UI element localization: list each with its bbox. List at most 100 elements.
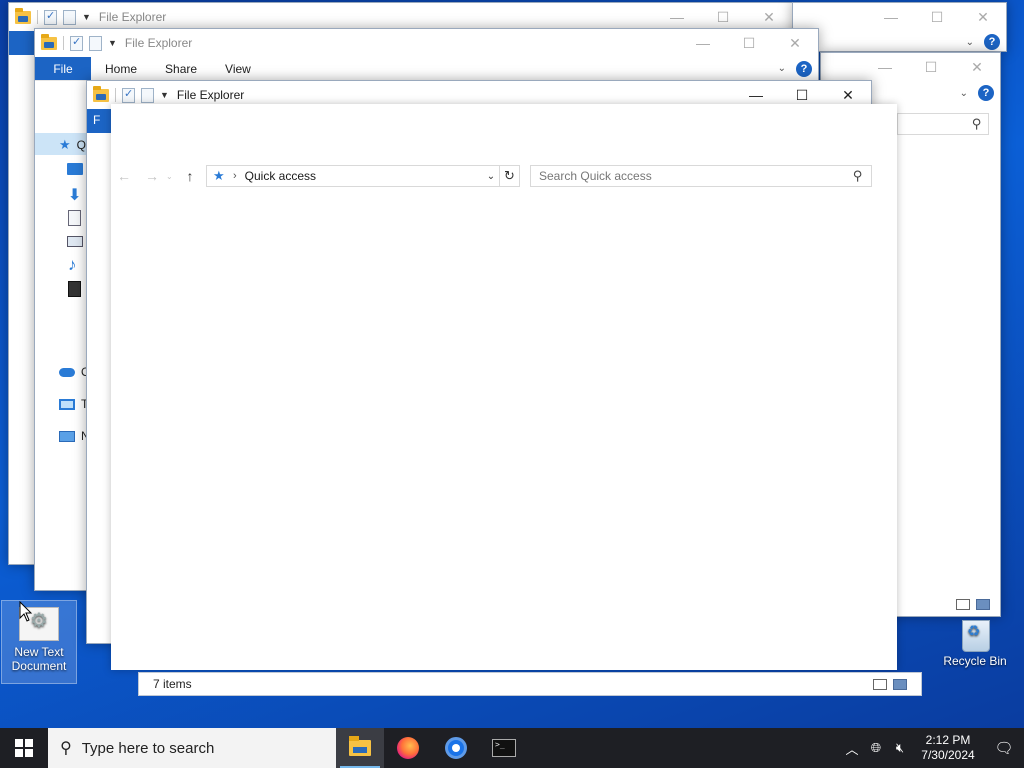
back-button[interactable]: ←	[110, 168, 138, 184]
address-dropdown-button[interactable]: ⌄	[483, 171, 499, 182]
maximize-button[interactable]: ☐	[914, 3, 960, 31]
status-bar: 7 items	[138, 672, 922, 696]
close-button[interactable]: ✕	[746, 3, 792, 31]
new-folder-icon[interactable]	[63, 9, 76, 25]
large-icons-view-icon[interactable]	[976, 599, 990, 610]
folder-icon[interactable]	[41, 33, 57, 50]
search-icon: ⚲	[853, 168, 863, 183]
recycle-bin-icon	[958, 614, 992, 652]
title-bar[interactable]: — ☐ ✕	[793, 3, 1006, 31]
large-icons-view-icon[interactable]	[893, 678, 907, 690]
minimize-button[interactable]: —	[868, 3, 914, 31]
chevron-down-icon[interactable]: ⌄	[778, 63, 786, 74]
content-pane	[111, 104, 897, 670]
start-button[interactable]	[0, 728, 48, 768]
desktop-icon-new-text-document[interactable]: ⚙ New Text Document	[1, 600, 77, 684]
refresh-button[interactable]: ↻	[500, 165, 520, 187]
forward-button[interactable]: →	[138, 168, 166, 184]
volume-muted-icon[interactable]: 🔇︎	[888, 740, 912, 756]
breadcrumb[interactable]: Quick access	[245, 169, 483, 183]
navigation-pane	[87, 133, 111, 643]
file-tab[interactable]: F	[87, 109, 111, 133]
tab-share[interactable]: Share	[151, 62, 211, 76]
file-tab[interactable]: File	[35, 57, 91, 80]
details-view-icon[interactable]	[873, 678, 887, 690]
search-icon: ⚲	[972, 116, 982, 131]
taskbar-app-firefox[interactable]	[384, 728, 432, 768]
taskbar: ⚲ Type here to search >_ ︿ 🌐︎ 🔇︎ 2:12 PM…	[0, 728, 1024, 768]
sidebar-item-this-pc[interactable]: T	[59, 397, 88, 411]
minimize-button[interactable]: —	[654, 3, 700, 31]
tab-view[interactable]: View	[211, 62, 265, 76]
taskbar-app-terminal[interactable]: >_	[480, 728, 528, 768]
properties-icon[interactable]	[122, 87, 135, 103]
title-bar[interactable]: ▼ File Explorer — ☐ ✕	[35, 29, 818, 57]
item-count: 7 items	[153, 677, 192, 691]
maximize-button[interactable]: ☐	[700, 3, 746, 31]
taskbar-app-chrome[interactable]	[432, 728, 480, 768]
chevron-down-icon[interactable]: ⌄	[960, 88, 968, 99]
separator	[115, 88, 116, 102]
minimize-button[interactable]: —	[862, 53, 908, 81]
maximize-button[interactable]: ☐	[726, 29, 772, 57]
computer-icon	[59, 398, 75, 410]
view-toggle[interactable]	[956, 599, 990, 610]
clock-date: 7/30/2024	[921, 748, 975, 762]
customize-toolbar-icon[interactable]: ▼	[108, 38, 117, 48]
search-input[interactable]: Search Quick access ⚲	[530, 165, 872, 187]
title-bar[interactable]: — ☐ ✕	[821, 53, 1000, 81]
maximize-button[interactable]: ☐	[908, 53, 954, 81]
taskbar-app-file-explorer[interactable]	[336, 728, 384, 768]
videos-icon[interactable]	[68, 281, 81, 297]
breadcrumb-separator[interactable]: ›	[233, 170, 237, 182]
chevron-down-icon[interactable]: ⌄	[966, 37, 974, 48]
address-bar[interactable]: ★ › Quick access ⌄	[206, 165, 500, 187]
downloads-icon[interactable]: ⬇	[68, 185, 81, 205]
notifications-icon[interactable]: 🗨︎	[984, 739, 1024, 757]
recent-locations-button[interactable]: ⌄	[166, 172, 176, 181]
window-title: File Explorer	[98, 10, 167, 24]
sidebar-item-label: Q	[76, 138, 86, 152]
separator	[37, 10, 38, 24]
folder-icon[interactable]	[93, 85, 109, 102]
minimize-button[interactable]: —	[680, 29, 726, 57]
close-button[interactable]: ✕	[954, 53, 1000, 81]
up-button[interactable]: ↑	[176, 168, 204, 184]
search-icon: ⚲	[60, 740, 72, 757]
clock[interactable]: 2:12 PM 7/30/2024	[912, 733, 984, 763]
customize-toolbar-icon[interactable]: ▼	[160, 90, 169, 100]
customize-toolbar-icon[interactable]: ▼	[82, 12, 91, 22]
music-icon[interactable]: ♪	[68, 255, 77, 275]
close-button[interactable]: ✕	[960, 3, 1006, 31]
properties-icon[interactable]	[70, 35, 83, 51]
search-placeholder: Search Quick access	[539, 169, 652, 183]
new-folder-icon[interactable]	[89, 35, 102, 51]
new-folder-icon[interactable]	[141, 87, 154, 103]
title-bar[interactable]: ▼ File Explorer — ☐ ✕	[9, 3, 792, 31]
close-button[interactable]: ✕	[772, 29, 818, 57]
properties-icon[interactable]	[44, 9, 57, 25]
desktop-icon-label: New Text Document	[11, 645, 67, 673]
documents-icon[interactable]	[68, 210, 81, 226]
desktop-icon[interactable]	[67, 163, 83, 175]
taskbar-search-input[interactable]: ⚲ Type here to search	[48, 728, 336, 768]
details-view-icon[interactable]	[956, 599, 970, 610]
ribbon: ⌄ ?	[793, 31, 1006, 51]
help-icon[interactable]: ?	[984, 34, 1000, 50]
pictures-icon[interactable]	[67, 236, 83, 247]
view-toggle[interactable]	[873, 678, 907, 690]
tab-home[interactable]: Home	[91, 62, 151, 76]
desktop-icon-recycle-bin[interactable]: Recycle Bin	[937, 612, 1013, 672]
help-icon[interactable]: ?	[796, 60, 812, 77]
sidebar-item-quick-access[interactable]: ★ Q	[59, 137, 86, 153]
clock-time: 2:12 PM	[925, 733, 971, 747]
search-input[interactable]: ⚲	[897, 113, 989, 135]
help-icon[interactable]: ?	[978, 85, 994, 101]
show-hidden-icons-chevron-up-icon[interactable]: ︿	[840, 739, 864, 758]
explorer-window-back-4[interactable]: — ☐ ✕ ⌄ ?	[792, 2, 1007, 52]
file-explorer-icon	[349, 736, 371, 756]
folder-icon[interactable]	[15, 7, 31, 24]
window-title: File Explorer	[176, 88, 245, 102]
desktop-icon-label: Recycle Bin	[943, 654, 1007, 668]
network-globe-icon[interactable]: 🌐︎	[864, 740, 888, 756]
